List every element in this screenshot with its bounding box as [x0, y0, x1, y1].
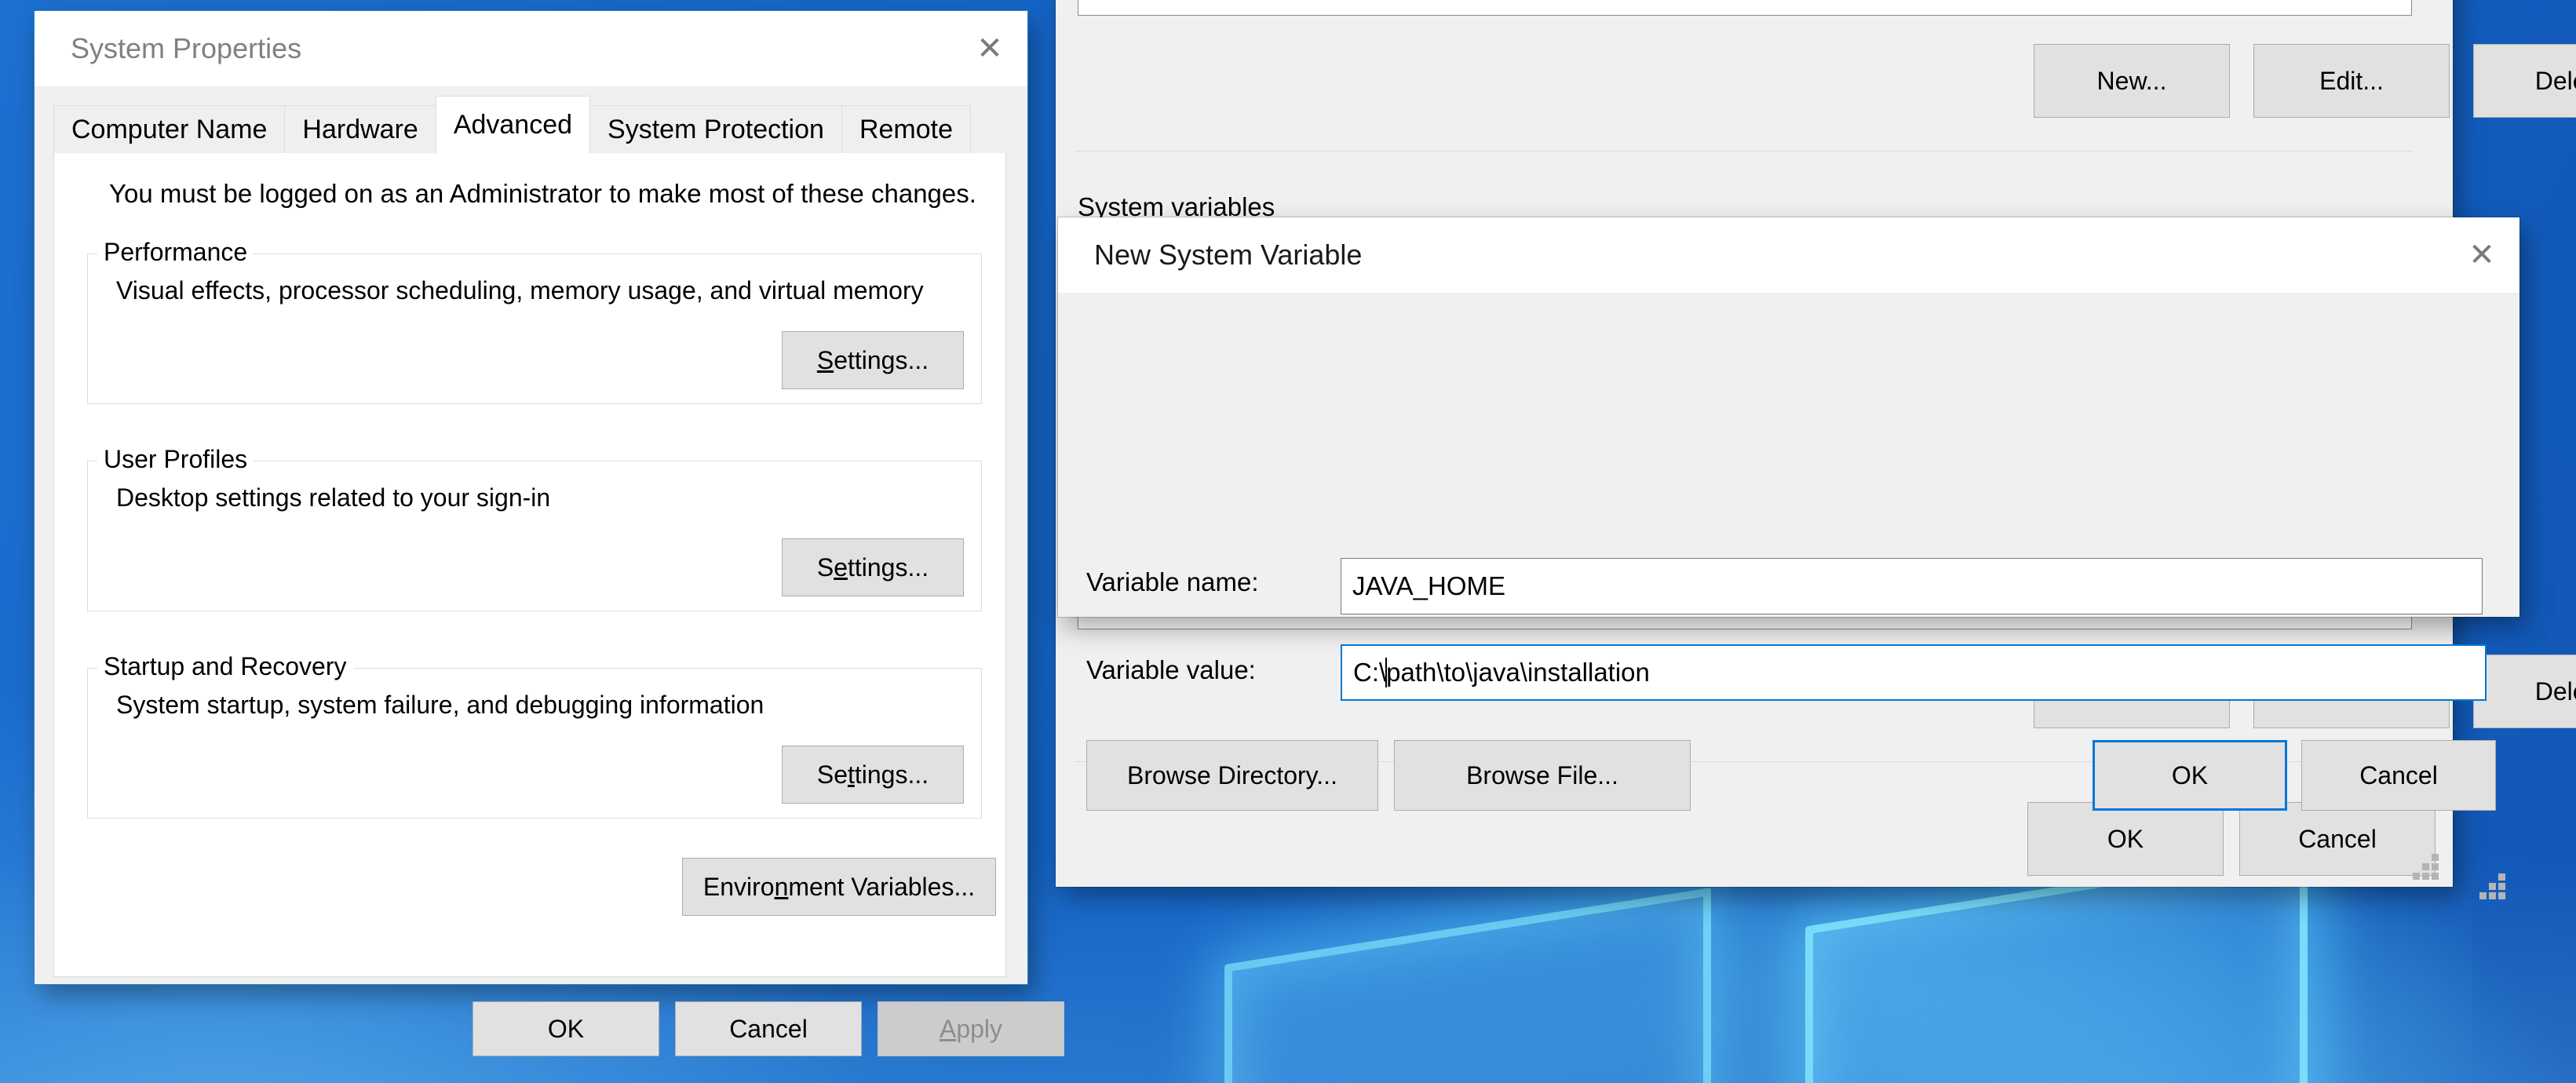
tab-hardware[interactable]: Hardware: [284, 105, 436, 154]
performance-settings-button[interactable]: Settings...: [782, 331, 964, 389]
variable-value-input[interactable]: C:\ path\to\java\installation: [1341, 644, 2487, 701]
tabstrip: Computer Name Hardware Advanced System P…: [53, 96, 1019, 154]
system-properties-titlebar: System Properties ✕: [35, 11, 1027, 86]
tab-advanced[interactable]: Advanced: [435, 96, 591, 154]
startup-recovery-group-description: System startup, system failure, and debu…: [116, 691, 764, 719]
user-profiles-group-title: User Profiles: [97, 445, 254, 474]
resize-grip-icon[interactable]: [2412, 854, 2439, 881]
performance-group: Performance Visual effects, processor sc…: [87, 238, 982, 404]
user-profiles-settings-button[interactable]: Settings...: [782, 538, 964, 596]
env-btn-after: ment Variables...: [788, 872, 976, 901]
sysprops-ok-button[interactable]: OK: [473, 1001, 659, 1056]
page-title: System Properties: [71, 32, 302, 64]
user-edit-button[interactable]: Edit...: [2253, 44, 2450, 118]
user-delete-button[interactable]: Delete: [2473, 44, 2576, 118]
browse-directory-button[interactable]: Browse Directory...: [1086, 740, 1378, 811]
apply-accel: A: [939, 1014, 957, 1043]
tab-system-protection[interactable]: System Protection: [589, 105, 842, 154]
user-variables-list[interactable]: [1078, 0, 2412, 16]
variable-name-input[interactable]: JAVA_HOME: [1341, 558, 2483, 614]
env-btn-accel: n: [774, 872, 789, 901]
sysprops-cancel-button[interactable]: Cancel: [675, 1001, 862, 1056]
desktop-background: New... Edit... Delete System variables N…: [0, 0, 2576, 1083]
new-variable-cancel-button[interactable]: Cancel: [2301, 740, 2496, 811]
new-variable-ok-button[interactable]: OK: [2093, 740, 2287, 811]
environment-variables-button[interactable]: Environment Variables...: [682, 858, 996, 916]
tab-computer-name[interactable]: Computer Name: [53, 105, 286, 154]
variable-value-label: Variable value:: [1086, 655, 1256, 684]
variable-name-label: Variable name:: [1086, 567, 1259, 596]
new-variable-title: New System Variable: [1094, 239, 1363, 271]
sysprops-apply-button: Apply: [878, 1001, 1064, 1056]
user-profiles-group: User Profiles Desktop settings related t…: [87, 445, 982, 611]
close-icon[interactable]: ✕: [952, 11, 1027, 86]
new-system-variable-dialog: New System Variable ✕ Variable name: JAV…: [1058, 217, 2519, 899]
tab-remote[interactable]: Remote: [841, 105, 971, 154]
system-delete-button[interactable]: Delete: [2473, 655, 2576, 728]
browse-file-button[interactable]: Browse File...: [1394, 740, 1691, 811]
performance-group-description: Visual effects, processor scheduling, me…: [116, 276, 924, 304]
variable-value-after-caret: path\to\java\installation: [1386, 658, 1650, 687]
performance-group-title: Performance: [97, 238, 254, 267]
startup-recovery-group-title: Startup and Recovery: [97, 652, 353, 681]
variable-value-before-caret: C:\: [1353, 658, 1387, 687]
user-new-button[interactable]: New...: [2034, 44, 2230, 118]
startup-recovery-group: Startup and Recovery System startup, sys…: [87, 652, 982, 819]
env-cancel-button[interactable]: Cancel: [2239, 802, 2436, 876]
wallpaper-window-pane-left: [1224, 887, 1711, 1083]
startup-recovery-settings-button[interactable]: Settings...: [782, 746, 964, 804]
user-profiles-group-description: Desktop settings related to your sign-in: [116, 483, 551, 512]
tab-page-advanced: You must be logged on as an Administrato…: [53, 153, 1006, 977]
new-variable-titlebar: New System Variable ✕: [1058, 217, 2519, 293]
env-ok-button[interactable]: OK: [2027, 802, 2224, 876]
resize-grip-icon[interactable]: [2479, 873, 2505, 900]
system-properties-window: System Properties ✕ Computer Name Hardwa…: [35, 11, 1064, 1056]
close-icon[interactable]: ✕: [2444, 217, 2519, 293]
env-btn-before: Enviro: [702, 872, 775, 901]
admin-notice: You must be logged on as an Administrato…: [109, 179, 976, 208]
